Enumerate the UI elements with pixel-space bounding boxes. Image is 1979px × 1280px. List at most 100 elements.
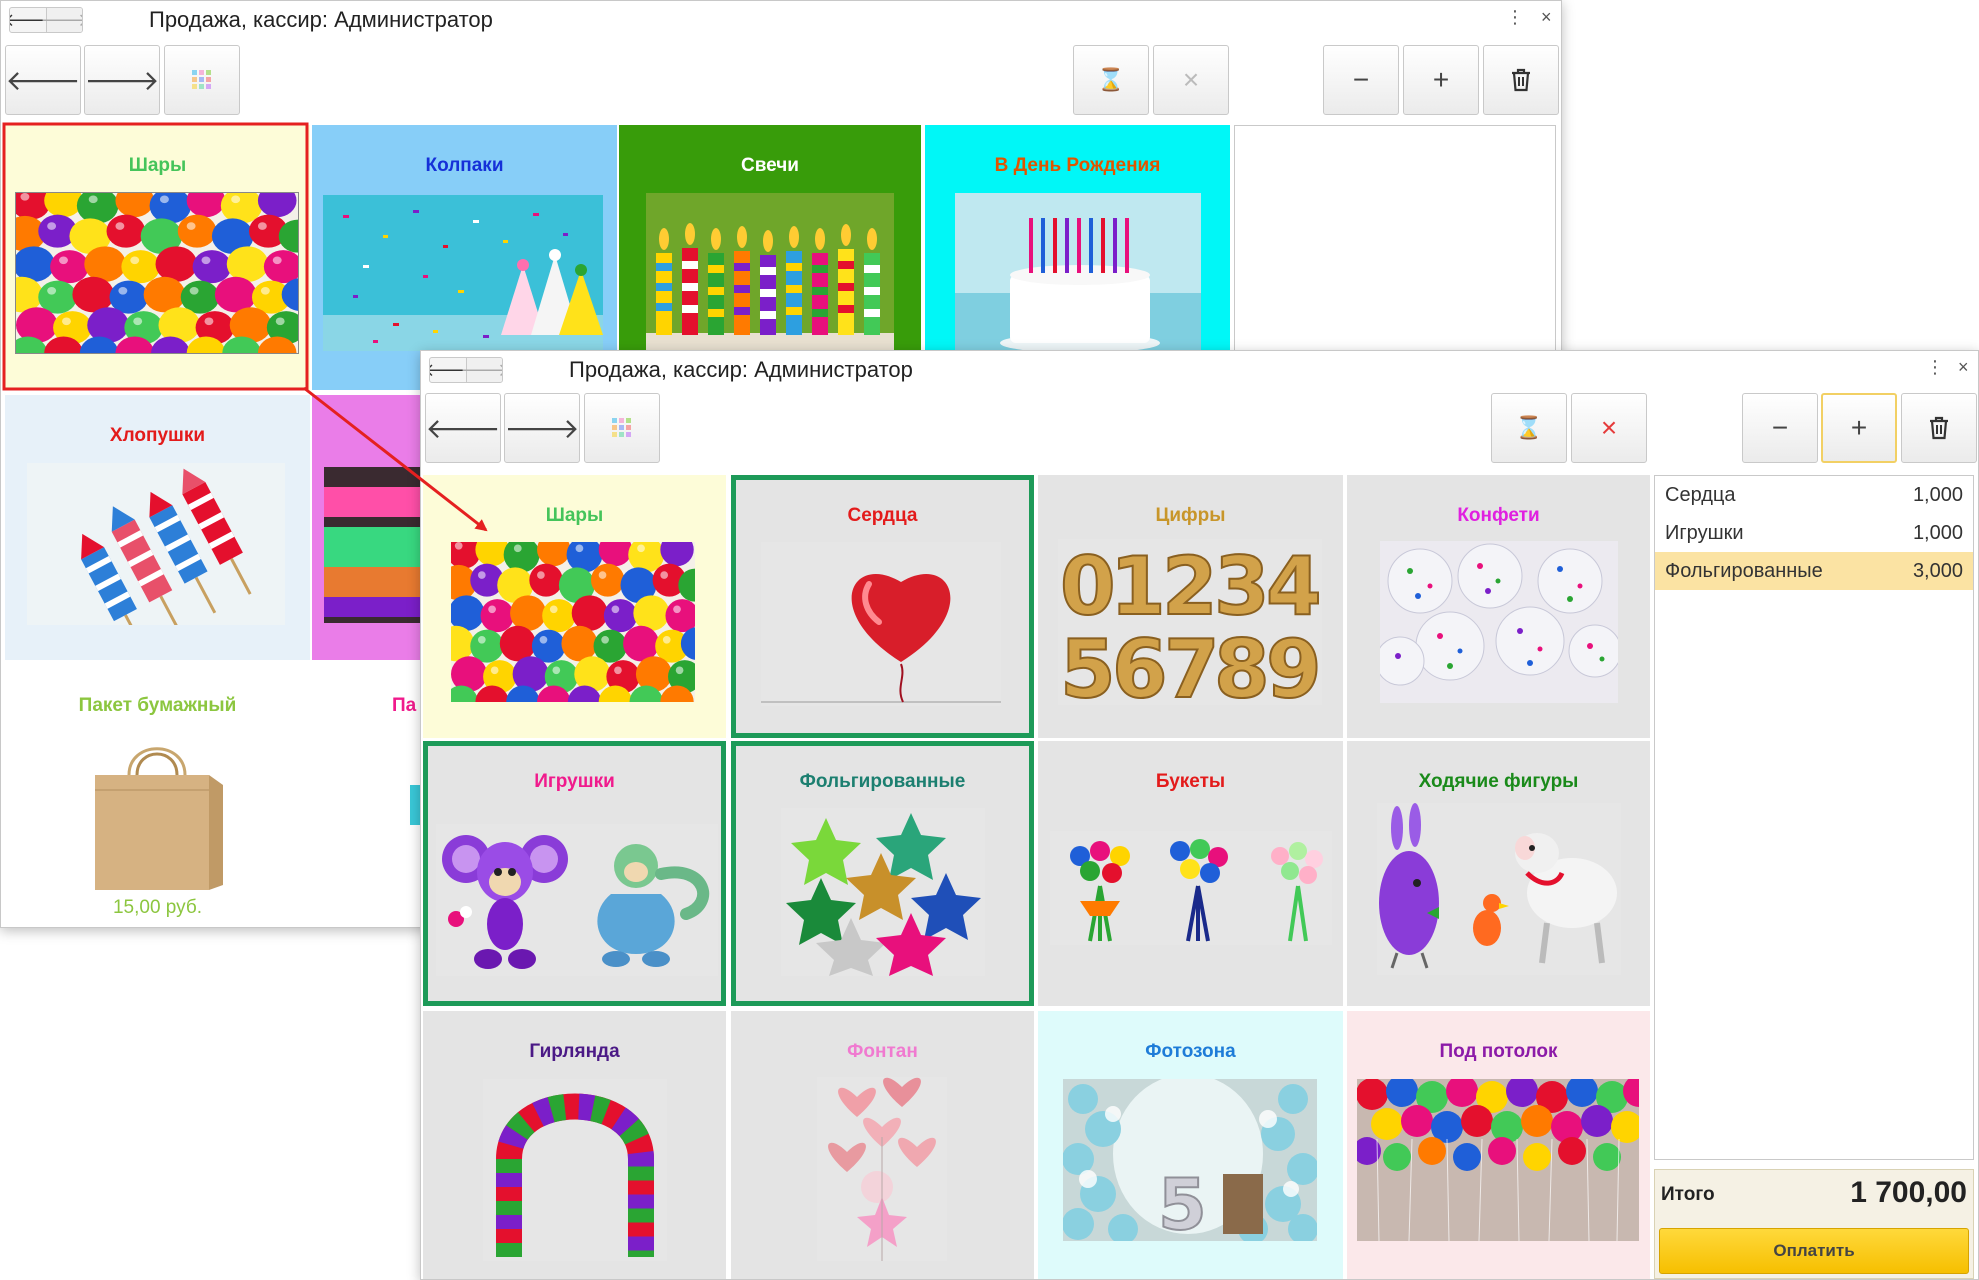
crackers-image bbox=[27, 463, 285, 625]
balloon-arch-image bbox=[483, 1079, 667, 1261]
tile-balloons[interactable]: Шары bbox=[423, 475, 726, 738]
svg-text:6: 6 bbox=[1112, 623, 1168, 705]
order-row[interactable]: Сердца 1,000 bbox=[1655, 476, 1973, 514]
increase-qty-button[interactable]: + bbox=[1403, 45, 1479, 115]
tile-hidden-pink[interactable] bbox=[312, 395, 422, 660]
number-balloons-image: 01234 56789 bbox=[1058, 539, 1322, 705]
paper-bag-image bbox=[85, 735, 229, 895]
delete-row-button[interactable] bbox=[1483, 45, 1559, 115]
tile-hidden-package[interactable]: Па bbox=[312, 665, 422, 927]
balloons-image bbox=[15, 192, 299, 354]
tile-name: Колпаки bbox=[425, 155, 504, 176]
history-nav: 🡐 🡒 bbox=[9, 7, 83, 33]
arrow-left-icon: 🡐 bbox=[425, 413, 501, 444]
pay-button[interactable]: Оплатить bbox=[1659, 1228, 1969, 1274]
order-list[interactable]: Сердца 1,000 Игрушки 1,000 Фольгированны… bbox=[1654, 475, 1974, 1160]
back-button[interactable]: 🡐 bbox=[425, 393, 501, 463]
tile-foil[interactable]: Фольгированные bbox=[731, 741, 1034, 1006]
close-icon: × bbox=[1541, 7, 1552, 27]
tile-name: Под потолок bbox=[1439, 1041, 1558, 1062]
order-item-name: Игрушки bbox=[1665, 521, 1744, 544]
tile-name: Свечи bbox=[741, 155, 799, 176]
more-vertical-icon[interactable]: ⋮ bbox=[1506, 7, 1524, 28]
minus-icon: − bbox=[1771, 412, 1789, 443]
forward-button[interactable]: 🡒 bbox=[84, 45, 160, 115]
total-value: 1 700,00 bbox=[1850, 1176, 1967, 1209]
decrease-qty-button[interactable]: − bbox=[1323, 45, 1399, 115]
increase-qty-button[interactable]: + bbox=[1821, 393, 1897, 463]
tile-name: Ходячие фигуры bbox=[1418, 771, 1579, 792]
cancel-check-button[interactable]: × bbox=[1153, 45, 1229, 115]
history-forward-button[interactable]: 🡒 bbox=[460, 358, 502, 382]
tile-ceiling[interactable]: Под потолок bbox=[1347, 1011, 1650, 1279]
tile-balloons[interactable]: Шары bbox=[5, 125, 310, 390]
order-item-qty: 3,000 bbox=[1912, 559, 1963, 582]
tile-crackers[interactable]: Хлопушки bbox=[5, 395, 310, 660]
close-icon: × bbox=[1182, 64, 1200, 95]
tile-name: Пакет бумажный bbox=[78, 695, 237, 716]
cancel-check-button[interactable]: × bbox=[1571, 393, 1647, 463]
tile-name: Фотозона bbox=[1145, 1041, 1236, 1062]
window-close-button[interactable]: × bbox=[1541, 7, 1552, 28]
tile-name: Фольгированные bbox=[799, 771, 966, 792]
forward-button[interactable]: 🡒 bbox=[504, 393, 580, 463]
tile-confetti[interactable]: Конфети bbox=[1347, 475, 1650, 738]
arrow-right-icon: 🡒 bbox=[504, 413, 580, 444]
tile-name: Шары bbox=[545, 505, 604, 526]
tile-garland[interactable]: Гирлянда bbox=[423, 1011, 726, 1279]
more-vertical-icon[interactable]: ⋮ bbox=[1926, 357, 1944, 378]
total-label: Итого bbox=[1661, 1184, 1715, 1205]
home-grid-button[interactable] bbox=[584, 393, 660, 463]
tile-walking-figures[interactable]: Ходячие фигуры bbox=[1347, 741, 1650, 1006]
svg-text:7: 7 bbox=[1164, 623, 1220, 705]
balloon-toys-image bbox=[436, 824, 718, 976]
home-grid-button[interactable] bbox=[164, 45, 240, 115]
svg-text:2: 2 bbox=[1162, 540, 1218, 633]
close-icon: × bbox=[1600, 412, 1618, 443]
tile-name-clipped: Па bbox=[392, 695, 417, 716]
sale-window-front: 🡐 🡒 Продажа, кассир: Администратор ⋮ × 🡐… bbox=[420, 350, 1979, 1280]
tile-name: Хлопушки bbox=[109, 425, 206, 446]
totals-panel: Итого 1 700,00 Оплатить bbox=[1654, 1169, 1974, 1279]
arrow-right-icon: 🡒 bbox=[460, 360, 502, 381]
history-forward-button[interactable]: 🡒 bbox=[40, 8, 82, 32]
ceiling-balloons-image bbox=[1357, 1079, 1639, 1241]
back-button[interactable]: 🡐 bbox=[5, 45, 81, 115]
decrease-qty-button[interactable]: − bbox=[1742, 393, 1818, 463]
tile-hearts[interactable]: Сердца bbox=[731, 475, 1034, 738]
tile-photozone[interactable]: Фотозона 5 bbox=[1038, 1011, 1343, 1279]
window-close-button[interactable]: × bbox=[1958, 357, 1969, 378]
heart-balloon-image bbox=[761, 542, 1001, 706]
tile-price: 15,00 руб. bbox=[112, 897, 203, 918]
svg-text:4: 4 bbox=[1266, 540, 1322, 633]
svg-text:5: 5 bbox=[1060, 623, 1116, 705]
svg-text:3: 3 bbox=[1214, 540, 1270, 633]
grid-icon bbox=[612, 418, 631, 437]
birthday-cake-image bbox=[955, 193, 1201, 357]
arrow-left-icon: 🡐 bbox=[5, 65, 81, 96]
confetti-balloons-image bbox=[1380, 541, 1618, 703]
arrow-right-icon: 🡒 bbox=[40, 10, 82, 31]
tile-name: Фонтан bbox=[847, 1041, 918, 1062]
tile-bouquets[interactable]: Букеты bbox=[1038, 741, 1343, 1006]
walking-figures-image bbox=[1377, 803, 1621, 975]
order-row[interactable]: Игрушки 1,000 bbox=[1655, 514, 1973, 552]
deferred-check-button[interactable]: ⌛ bbox=[1073, 45, 1149, 115]
order-item-qty: 1,000 bbox=[1912, 521, 1963, 544]
tile-paper-bag[interactable]: Пакет бумажный 15,00 руб. bbox=[5, 665, 310, 927]
grid-icon bbox=[192, 70, 211, 89]
foil-stars-image bbox=[781, 808, 985, 976]
hourglass-icon: ⌛ bbox=[1097, 67, 1125, 92]
deferred-check-button[interactable]: ⌛ bbox=[1491, 393, 1567, 463]
tile-name: Цифры bbox=[1155, 505, 1226, 526]
tile-toys[interactable]: Игрушки bbox=[423, 741, 726, 1006]
history-nav: 🡐 🡒 bbox=[429, 357, 503, 383]
delete-row-button[interactable] bbox=[1901, 393, 1977, 463]
tile-numbers[interactable]: Цифры 01234 56789 bbox=[1038, 475, 1343, 738]
hidden-product-image bbox=[324, 467, 422, 623]
hourglass-icon: ⌛ bbox=[1515, 415, 1543, 440]
tile-fountain[interactable]: Фонтан bbox=[731, 1011, 1034, 1279]
svg-text:1: 1 bbox=[1110, 540, 1166, 633]
trash-icon bbox=[1512, 68, 1530, 92]
order-row-selected[interactable]: Фольгированные 3,000 bbox=[1655, 552, 1973, 590]
